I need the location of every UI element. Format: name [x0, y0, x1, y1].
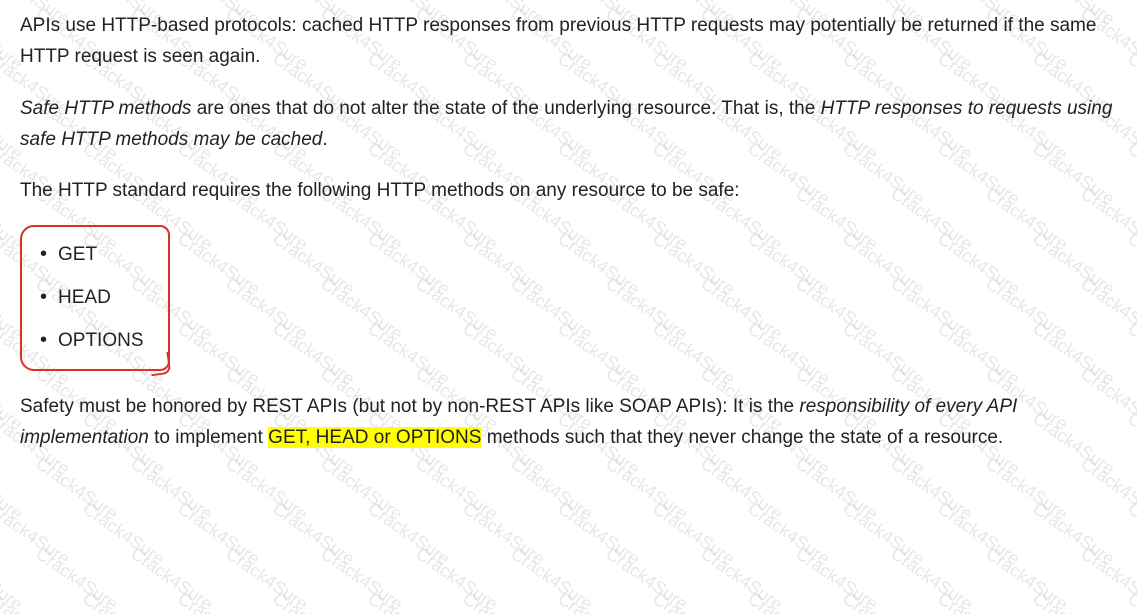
highlighted-methods: GET, HEAD or OPTIONS [268, 427, 481, 448]
text-segment: methods such that they never change the … [481, 427, 1003, 448]
paragraph-safe-methods-def: Safe HTTP methods are ones that do not a… [20, 93, 1117, 156]
list-item-head: HEAD [30, 276, 152, 319]
text-segment: to implement [149, 427, 268, 448]
safe-methods-list: GET HEAD OPTIONS [20, 227, 162, 369]
term-safe-http-methods: Safe HTTP methods [20, 98, 191, 119]
document-content: APIs use HTTP-based protocols: cached HT… [20, 10, 1117, 453]
paragraph-standard-requires: The HTTP standard requires the following… [20, 175, 1117, 206]
list-item-get: GET [30, 233, 152, 276]
paragraph-caching: APIs use HTTP-based protocols: cached HT… [20, 10, 1117, 73]
paragraph-safety-honored: Safety must be honored by REST APIs (but… [20, 391, 1117, 454]
text-segment: Safety must be honored by REST APIs (but… [20, 396, 799, 417]
text-segment: are ones that do not alter the state of … [191, 98, 820, 119]
text-segment: . [322, 129, 327, 150]
list-item-options: OPTIONS [30, 319, 152, 362]
